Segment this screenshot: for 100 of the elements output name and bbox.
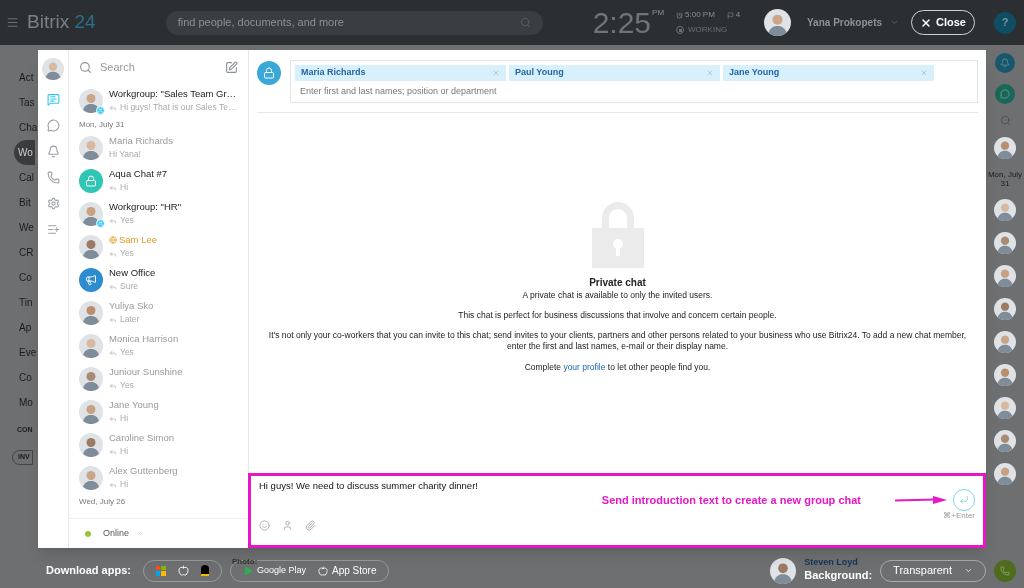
chat-icon[interactable]	[46, 93, 60, 106]
chat-name: Aqua Chat #7	[109, 167, 168, 181]
chat-list-item[interactable]: Sam Lee Yes	[69, 230, 248, 263]
remove-icon[interactable]	[706, 69, 714, 77]
chat-list-item[interactable]: Caroline Simon Hi	[69, 428, 248, 461]
bell-icon[interactable]	[46, 145, 60, 158]
add-list-icon[interactable]	[46, 223, 60, 236]
status-select[interactable]: Online	[103, 526, 144, 541]
chat-list-item[interactable]: Workgroup: "Sales Team Gr… Hi guys! That is our Sales Te…	[69, 84, 248, 117]
chat-list-item[interactable]: Alex Guttenberg Hi	[69, 461, 248, 494]
menu-item[interactable]: Wo	[14, 140, 35, 165]
message-composer[interactable]: Hi guys! We need to discuss summer charity dinner! Send introduction text to create a new group chat ⌘+Enter	[248, 473, 986, 548]
reply-icon	[109, 183, 117, 192]
avatar	[994, 232, 1016, 254]
chat-name: Juniour Sunshine	[109, 365, 183, 379]
work-status[interactable]: WORKING	[676, 24, 741, 36]
phone-icon[interactable]	[46, 171, 60, 184]
windows-icon	[155, 565, 166, 576]
lock-icon	[257, 61, 281, 85]
caret-icon[interactable]	[890, 18, 900, 27]
phone-icon[interactable]	[994, 559, 1016, 582]
chat-list-item[interactable]: Monica Harrison Yes	[69, 329, 248, 362]
user-icon[interactable]	[282, 520, 293, 532]
avatar	[79, 135, 103, 160]
chat-list-item[interactable]: Maria Richards Hi Yana!	[69, 131, 248, 164]
intro-title: Private chat	[589, 276, 646, 290]
chat-preview: Hi	[109, 412, 159, 425]
date-label: Mon, July 31	[987, 170, 1023, 188]
menu-item[interactable]: Tin	[19, 290, 33, 315]
search-icon[interactable]	[79, 60, 92, 74]
menu-item[interactable]: Eve	[19, 340, 37, 365]
recipient-tag[interactable]: Paul Young	[509, 65, 720, 81]
download-label: Download apps:	[46, 563, 131, 579]
help-button[interactable]: ?	[994, 11, 1016, 34]
reply-icon	[109, 216, 117, 225]
search-icon[interactable]	[519, 17, 531, 28]
intro-text: It's not only your co-workers that you can invite to this chat; send invites to your clients, partners and other persons related to your business who use Bitrix24. To add a new chat member, enter the first and last names, e-mail or their display name.	[267, 330, 968, 352]
recipients-field[interactable]: Maria Richards Paul Young Jane Young Enter first and last names; position or department	[290, 60, 978, 103]
chat-name: Workgroup: "Sales Team Gr…	[109, 87, 237, 101]
avatar	[994, 199, 1016, 221]
search-field[interactable]: find people, documents, and more	[165, 10, 543, 35]
settings-icon[interactable]	[46, 197, 60, 210]
app-store-button[interactable]: App Store	[318, 563, 377, 578]
search-field[interactable]: Search	[100, 58, 217, 76]
chat-preview: Hi	[109, 181, 168, 194]
background-label: Background:	[804, 567, 873, 583]
menu-item[interactable]: We	[19, 215, 34, 240]
recipient-tag[interactable]: Maria Richards	[295, 65, 506, 81]
menu-item[interactable]: Co	[19, 265, 32, 290]
reply-icon	[109, 348, 117, 357]
avatar	[994, 364, 1016, 386]
menu-item[interactable]: Ap	[19, 315, 32, 340]
chat-preview: Yes	[109, 379, 183, 392]
remove-icon[interactable]	[492, 69, 500, 77]
avatar	[79, 399, 103, 424]
lock-avatar	[79, 168, 103, 193]
chat-list-item[interactable]: Jane Young Hi	[69, 395, 248, 428]
chat-list-item[interactable]: Yuliya Sko Later	[69, 296, 248, 329]
menu-item[interactable]: CR	[19, 240, 34, 265]
caret-icon	[964, 566, 973, 575]
enter-icon	[959, 495, 969, 506]
menu-icon[interactable]	[6, 16, 19, 29]
chat-avatar-icon[interactable]	[995, 84, 1015, 104]
person-name: Steven Loyd	[804, 557, 859, 567]
avatar	[764, 9, 791, 36]
play-icon	[242, 565, 253, 576]
chat-preview: Yes	[109, 247, 158, 260]
smile-icon[interactable]	[259, 520, 270, 532]
alarm-icon	[676, 11, 684, 19]
chat-name: Workgroup: "HR"	[109, 200, 182, 214]
google-play-button[interactable]: Google Play	[242, 563, 306, 578]
chat-list-item[interactable]: Aqua Chat #7 Hi	[69, 164, 248, 197]
chat-name: Alex Guttenberg	[109, 464, 178, 478]
chat-list-item[interactable]: New Office Sure	[69, 263, 248, 296]
menu-item[interactable]: Cal	[19, 165, 34, 190]
paperclip-icon[interactable]	[305, 520, 316, 532]
notification-icon[interactable]	[995, 53, 1015, 73]
chat-list-item[interactable]: Juniour Sunshine Yes	[69, 362, 248, 395]
menu-item[interactable]: Act	[19, 65, 34, 90]
remove-icon[interactable]	[920, 69, 928, 77]
recipient-tag[interactable]: Jane Young	[723, 65, 934, 81]
reply-icon	[109, 249, 117, 258]
user-name[interactable]: Yana Prokopets	[807, 15, 883, 30]
menu-item[interactable]: Bit	[19, 190, 31, 215]
search-icon[interactable]	[999, 115, 1011, 126]
caret-icon	[137, 530, 144, 537]
compose-icon[interactable]	[225, 60, 238, 74]
chat-list-item[interactable]: Workgroup: "HR" Yes	[69, 197, 248, 230]
menu-item[interactable]: Mo	[19, 390, 33, 415]
menu-item[interactable]: Co	[19, 365, 32, 390]
chat-name: Monica Harrison	[109, 332, 179, 346]
close-button[interactable]: Close	[911, 10, 975, 35]
profile-link[interactable]: your profile	[563, 362, 606, 372]
history-icon[interactable]	[46, 119, 60, 132]
chat-preview: Hi guys! That is our Sales Te…	[109, 101, 237, 114]
reply-icon	[109, 447, 117, 456]
menu-item[interactable]: Cha	[19, 115, 38, 140]
menu-item[interactable]: Tas	[19, 90, 35, 115]
avatar	[994, 430, 1016, 452]
chat-preview: Sure	[109, 280, 156, 293]
